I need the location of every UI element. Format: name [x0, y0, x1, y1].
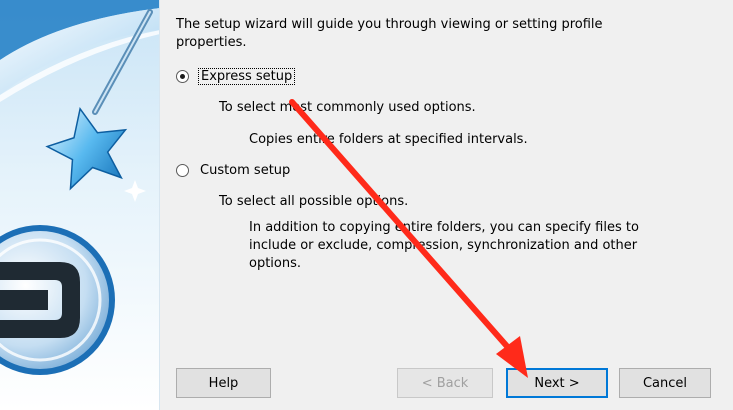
- custom-setup-radio[interactable]: Custom setup: [176, 163, 292, 178]
- radio-checked-icon: [176, 70, 189, 83]
- custom-setup-label: Custom setup: [200, 163, 291, 178]
- cancel-button[interactable]: Cancel: [619, 368, 711, 398]
- next-button[interactable]: Next >: [506, 368, 608, 398]
- express-setup-summary: To select most commonly used options.: [219, 100, 476, 115]
- help-button[interactable]: Help: [176, 368, 271, 398]
- express-setup-label: Express setup: [198, 68, 296, 85]
- wizard-content: The setup wizard will guide you through …: [176, 0, 716, 360]
- wizard-side-banner: [0, 0, 160, 410]
- back-button[interactable]: < Back: [397, 368, 493, 398]
- magic-wand-star-icon: [0, 0, 159, 375]
- intro-text: The setup wizard will guide you through …: [176, 17, 603, 50]
- custom-setup-detail: In addition to copying entire folders, y…: [249, 220, 639, 271]
- express-setup-detail: Copies entire folders at specified inter…: [249, 132, 528, 147]
- express-setup-radio[interactable]: Express setup: [176, 68, 296, 85]
- radio-unchecked-icon: [176, 164, 189, 177]
- custom-setup-summary: To select all possible options.: [219, 194, 409, 209]
